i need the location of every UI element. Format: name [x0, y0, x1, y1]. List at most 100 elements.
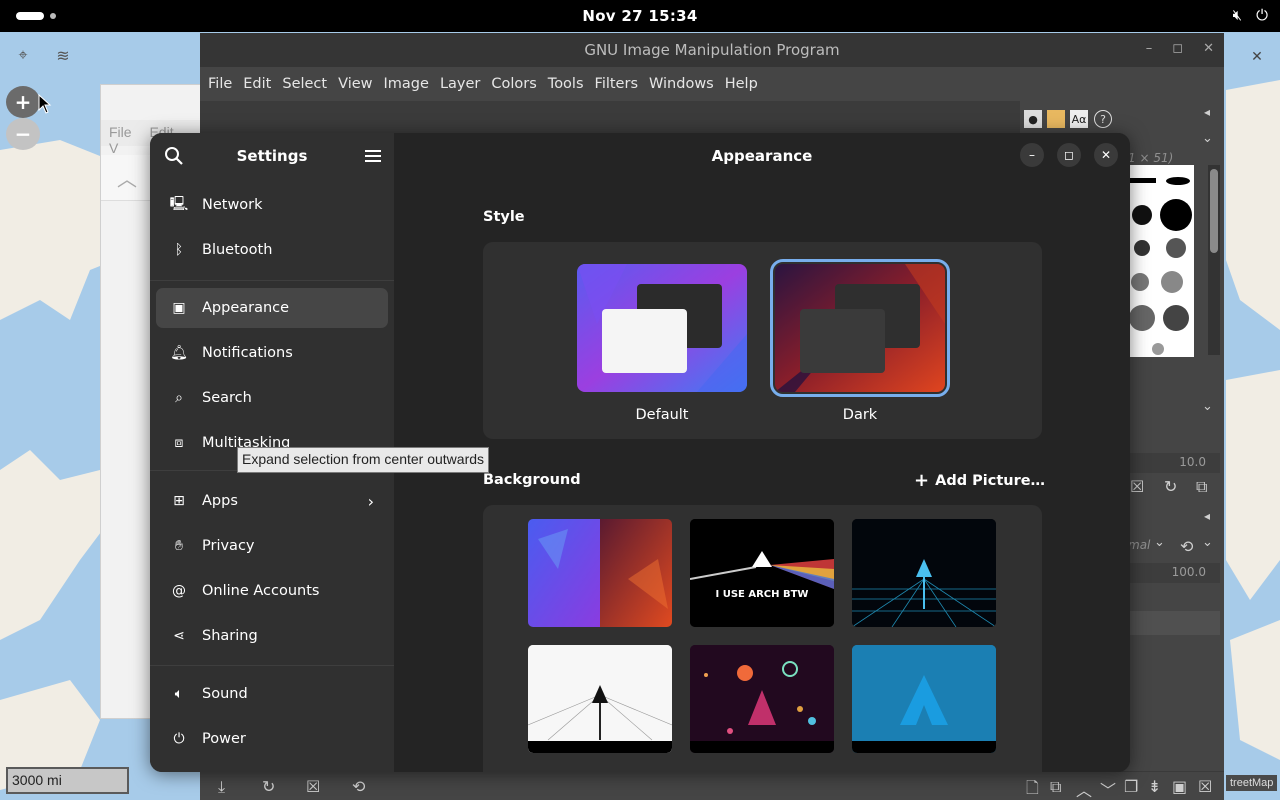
close-icon[interactable]: ✕ [1203, 41, 1214, 56]
sidebar-item-power[interactable]: ⏻ Power [156, 719, 388, 759]
sidebar-item-label: Search [202, 390, 252, 406]
chevron-down-icon[interactable]: ⌄ [1202, 131, 1213, 146]
minimize-icon[interactable]: – [1020, 143, 1044, 167]
sidebar-item-label: Power [202, 731, 246, 747]
panel-menu-icon[interactable]: ◂ [1204, 509, 1210, 523]
maximize-icon[interactable]: ◻ [1172, 41, 1183, 56]
brush-grid[interactable] [1128, 165, 1194, 357]
gimp-titlebar[interactable]: GNU Image Manipulation Program – ◻ ✕ [200, 33, 1224, 67]
brush-scrollbar[interactable] [1208, 165, 1220, 355]
appearance-icon: ▣ [172, 300, 186, 316]
system-tray[interactable]: 🔇︎ ⏻ [1233, 6, 1268, 24]
menu-view[interactable]: View [338, 76, 372, 92]
duplicate-layer-icon[interactable]: ❐ [1124, 777, 1138, 796]
style-default-preview[interactable] [577, 264, 747, 392]
wallpaper-thumbnail[interactable] [528, 519, 672, 627]
menu-select[interactable]: Select [282, 76, 327, 92]
lower-layer-icon[interactable]: ﹀ [1100, 777, 1116, 800]
sidebar-item-privacy[interactable]: ✋︎ Privacy [156, 526, 388, 566]
sidebar-item-apps[interactable]: ⊞ Apps › [156, 481, 388, 521]
layer-lock-row[interactable] [1128, 611, 1220, 635]
style-dark-preview[interactable] [770, 259, 950, 397]
menu-windows[interactable]: Windows [649, 76, 714, 92]
multitasking-icon: ⧈ [174, 435, 184, 451]
zoom-out-button[interactable]: − [6, 118, 40, 150]
sidebar-item-label: Apps [202, 493, 238, 509]
workspace-indicator-active [16, 12, 44, 20]
fonts-tab-icon[interactable]: Aα [1070, 110, 1088, 128]
menu-file[interactable]: File [109, 124, 132, 140]
chevron-down-icon[interactable]: ⌄ [1202, 535, 1213, 550]
wallpaper-thumbnail[interactable] [690, 645, 834, 753]
sidebar-item-notifications[interactable]: 🔔︎ Notifications [156, 333, 388, 373]
wallpaper-thumbnail[interactable] [852, 645, 996, 753]
sidebar-header: Settings [150, 133, 394, 179]
patterns-tab-icon[interactable] [1047, 110, 1065, 128]
reset-icon[interactable]: ⟲ [1180, 537, 1193, 556]
close-icon[interactable]: ✕ [1244, 44, 1270, 70]
menu-layer[interactable]: Layer [440, 76, 480, 92]
map-attribution[interactable]: treetMap [1226, 775, 1278, 791]
close-icon[interactable]: ✕ [1094, 143, 1118, 167]
sidebar-item-bluetooth[interactable]: ᛒ Bluetooth [156, 230, 388, 270]
sidebar-item-sharing[interactable]: ⋖ Sharing [156, 616, 388, 656]
new-layer-icon[interactable]: 🗋︎ [1026, 777, 1039, 800]
maximize-icon[interactable]: ◻ [1057, 143, 1081, 167]
wallpaper-thumbnail[interactable] [852, 519, 996, 627]
sidebar-item-label: Bluetooth [202, 242, 273, 258]
brushes-tab-icon[interactable]: ● [1024, 110, 1042, 128]
activities-button[interactable] [16, 12, 56, 20]
sidebar-item-appearance[interactable]: ▣ Appearance [156, 288, 388, 328]
clock[interactable]: Nov 27 15:34 [582, 7, 697, 25]
locate-icon[interactable]: ⌖ [6, 38, 40, 72]
add-picture-button[interactable]: + Add Picture… [914, 470, 1045, 491]
spacing-field[interactable]: 10.0 [1128, 453, 1220, 473]
zoom-in-button[interactable]: + [6, 86, 40, 118]
style-default-label: Default [635, 407, 689, 423]
chevron-down-icon[interactable]: ⌄ [1202, 399, 1213, 414]
tooltip: Expand selection from center outwards [237, 447, 490, 473]
sidebar-item-network[interactable]: 🖳 Network [156, 185, 388, 225]
refresh-icon[interactable]: ↻ [1164, 477, 1177, 496]
wallpaper-thumbnail[interactable]: I USE ARCH BTW [690, 519, 834, 627]
sidebar-item-sound[interactable]: 🔈︎ Sound [156, 674, 388, 714]
new-group-icon[interactable]: ⧉ [1050, 777, 1061, 797]
power-icon[interactable]: ⏻ [1256, 6, 1268, 24]
refresh-icon[interactable]: ↻ [262, 777, 275, 796]
menu-edit[interactable]: Edit [243, 76, 271, 92]
menu-help[interactable]: Help [725, 76, 758, 92]
menu-file[interactable]: File [208, 76, 232, 92]
menu-filters[interactable]: Filters [595, 76, 638, 92]
menu-tools[interactable]: Tools [548, 76, 584, 92]
layers-icon[interactable]: ≋ [46, 38, 80, 72]
delete-icon[interactable]: ☒ [306, 777, 320, 796]
panel-menu-icon[interactable]: ◂ [1204, 105, 1210, 119]
sidebar-item-label: Privacy [202, 538, 255, 554]
minimize-icon[interactable]: – [1146, 41, 1153, 56]
delete-brush-icon[interactable]: ☒ [1130, 477, 1144, 496]
speaker-icon: 🔈︎ [174, 686, 184, 702]
sidebar-item-search[interactable]: ⌕ Search [156, 378, 388, 418]
opacity-field[interactable]: 100.0 [1128, 563, 1220, 583]
raise-layer-icon[interactable]: ︿ [1076, 777, 1092, 800]
menu-image[interactable]: Image [384, 76, 429, 92]
menu-view[interactable]: V [109, 140, 118, 156]
reset-icon[interactable]: ⟲ [352, 777, 365, 796]
merge-layer-icon[interactable]: ⇟ [1148, 777, 1161, 796]
search-icon[interactable] [164, 146, 184, 166]
hamburger-menu-icon[interactable] [364, 147, 382, 165]
menu-colors[interactable]: Colors [491, 76, 536, 92]
sidebar-item-label: Sharing [202, 628, 258, 644]
chevron-down-icon[interactable]: ⌄ [1154, 535, 1165, 550]
wallpaper-thumbnail[interactable] [528, 645, 672, 753]
help-icon[interactable]: ? [1094, 110, 1112, 128]
delete-layer-icon[interactable]: ☒ [1198, 777, 1212, 796]
sidebar-item-online-accounts[interactable]: @ Online Accounts [156, 571, 388, 611]
muted-speaker-icon[interactable]: 🔇︎ [1233, 6, 1242, 24]
top-bar: Nov 27 15:34 🔇︎ ⏻ [0, 0, 1280, 32]
background-gallery: I USE ARCH BTW [483, 505, 1042, 772]
layer-mode-label[interactable]: mal [1128, 538, 1150, 552]
save-icon[interactable]: ⤓ [218, 777, 225, 797]
open-folder-icon[interactable]: ⧉ [1196, 477, 1207, 497]
mask-icon[interactable]: ▣ [1172, 777, 1187, 796]
